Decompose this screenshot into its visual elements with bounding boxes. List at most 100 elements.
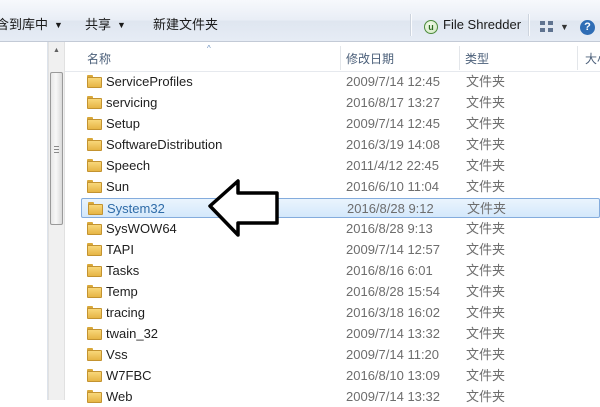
file-date-modified: 2016/3/18 16:02 bbox=[346, 305, 440, 320]
file-name: Tasks bbox=[106, 263, 140, 278]
folder-icon bbox=[87, 180, 102, 193]
folder-icon bbox=[87, 222, 102, 235]
column-header-date-modified[interactable]: 修改日期 bbox=[346, 51, 394, 67]
scroll-up-arrow-icon[interactable]: ▲ bbox=[49, 42, 64, 59]
file-name: SoftwareDistribution bbox=[106, 137, 223, 152]
table-row[interactable]: Setup 2009/7/14 12:45 文件夹 bbox=[81, 114, 600, 134]
file-date-modified: 2009/7/14 12:45 bbox=[346, 116, 440, 131]
file-type: 文件夹 bbox=[466, 305, 506, 320]
help-icon[interactable]: ? bbox=[580, 20, 595, 35]
folder-icon bbox=[87, 96, 102, 109]
table-row[interactable]: SysWOW64 2016/8/28 9:13 文件夹 bbox=[81, 219, 600, 239]
new-folder-label: 新建文件夹 bbox=[153, 17, 219, 32]
file-name: Vss bbox=[106, 347, 128, 362]
file-name: tracing bbox=[106, 305, 146, 320]
file-date-modified: 2009/7/14 12:57 bbox=[346, 242, 440, 257]
file-date-modified: 2016/8/17 13:27 bbox=[346, 95, 440, 110]
file-type: 文件夹 bbox=[466, 347, 506, 362]
column-divider[interactable] bbox=[459, 46, 460, 70]
file-type: 文件夹 bbox=[466, 179, 506, 194]
folder-icon bbox=[87, 138, 102, 151]
file-list: ServiceProfiles 2009/7/14 12:45 文件夹 servici… bbox=[65, 72, 600, 404]
table-row[interactable]: Speech 2011/4/12 22:45 文件夹 bbox=[81, 156, 600, 176]
file-type: 文件夹 bbox=[466, 368, 506, 383]
column-header-size[interactable]: 大小 bbox=[585, 51, 600, 67]
file-date-modified: 2016/8/28 9:13 bbox=[346, 221, 433, 236]
view-options-icon[interactable] bbox=[540, 21, 554, 33]
folder-icon bbox=[87, 369, 102, 382]
column-header-name[interactable]: 名称 bbox=[87, 51, 111, 67]
folder-icon bbox=[87, 390, 102, 403]
toolbar-divider bbox=[410, 14, 412, 36]
table-row[interactable]: Sun 2016/6/10 11:04 文件夹 bbox=[81, 177, 600, 197]
share-button[interactable]: 共享 ▼ bbox=[85, 17, 126, 33]
toolbar-divider bbox=[528, 14, 530, 36]
include-in-library-button[interactable]: 含到库中 ▼ bbox=[0, 17, 63, 33]
table-row[interactable]: Temp 2016/8/28 15:54 文件夹 bbox=[81, 282, 600, 302]
file-name: Setup bbox=[106, 116, 140, 131]
scrollbar-thumb[interactable] bbox=[50, 72, 63, 225]
file-type: 文件夹 bbox=[466, 263, 506, 278]
chevron-down-icon[interactable]: ▼ bbox=[560, 22, 569, 32]
file-type: 文件夹 bbox=[467, 201, 507, 216]
table-row[interactable]: Tasks 2016/8/16 6:01 文件夹 bbox=[81, 261, 600, 281]
table-row[interactable]: Web 2009/7/14 13:32 文件夹 bbox=[81, 387, 600, 407]
folder-icon bbox=[87, 117, 102, 130]
chevron-down-icon: ▼ bbox=[54, 20, 63, 30]
file-type: 文件夹 bbox=[466, 116, 506, 131]
table-row[interactable]: SoftwareDistribution 2016/3/19 14:08 文件夹 bbox=[81, 135, 600, 155]
folder-icon bbox=[87, 159, 102, 172]
file-type: 文件夹 bbox=[466, 95, 506, 110]
table-row[interactable]: Vss 2009/7/14 11:20 文件夹 bbox=[81, 345, 600, 365]
folder-icon bbox=[87, 243, 102, 256]
table-row[interactable]: twain_32 2009/7/14 13:32 文件夹 bbox=[81, 324, 600, 344]
folder-icon bbox=[87, 285, 102, 298]
folder-icon bbox=[87, 75, 102, 88]
shredder-icon: u bbox=[424, 20, 438, 34]
file-date-modified: 2016/8/28 9:12 bbox=[347, 201, 434, 216]
file-type: 文件夹 bbox=[466, 137, 506, 152]
file-name: TAPI bbox=[106, 242, 134, 257]
file-name: Web bbox=[106, 389, 133, 404]
file-date-modified: 2009/7/14 12:45 bbox=[346, 74, 440, 89]
file-type: 文件夹 bbox=[466, 221, 506, 236]
file-date-modified: 2016/8/16 6:01 bbox=[346, 263, 433, 278]
file-name: servicing bbox=[106, 95, 158, 110]
file-date-modified: 2009/7/14 13:32 bbox=[346, 326, 440, 341]
vertical-scrollbar[interactable]: ▲ bbox=[48, 42, 65, 400]
file-name: Sun bbox=[106, 179, 130, 194]
file-type: 文件夹 bbox=[466, 242, 506, 257]
column-divider[interactable] bbox=[340, 46, 341, 70]
folder-icon bbox=[88, 202, 103, 215]
pointer-arrow-icon bbox=[208, 179, 279, 237]
file-name: ServiceProfiles bbox=[106, 74, 193, 89]
file-name: twain_32 bbox=[106, 326, 159, 341]
column-header-type[interactable]: 类型 bbox=[465, 51, 489, 67]
file-date-modified: 2009/7/14 11:20 bbox=[346, 347, 440, 362]
sort-ascending-icon: ^ bbox=[207, 44, 211, 53]
table-row[interactable]: TAPI 2009/7/14 12:57 文件夹 bbox=[81, 240, 600, 260]
file-date-modified: 2016/3/19 14:08 bbox=[346, 137, 440, 152]
table-row[interactable]: ServiceProfiles 2009/7/14 12:45 文件夹 bbox=[81, 72, 600, 92]
table-row[interactable]: W7FBC 2016/8/10 13:09 文件夹 bbox=[81, 366, 600, 386]
new-folder-button[interactable]: 新建文件夹 bbox=[153, 17, 218, 33]
table-row-selected[interactable]: System32 2016/8/28 9:12 文件夹 bbox=[81, 198, 600, 218]
file-type: 文件夹 bbox=[466, 158, 506, 173]
column-header: ^ 名称 修改日期 类型 大小 bbox=[65, 42, 600, 72]
table-row[interactable]: servicing 2016/8/17 13:27 文件夹 bbox=[81, 93, 600, 113]
file-type: 文件夹 bbox=[466, 326, 506, 341]
file-shredder-button[interactable]: File Shredder bbox=[443, 17, 521, 33]
folder-icon bbox=[87, 348, 102, 361]
file-name: W7FBC bbox=[106, 368, 152, 383]
file-date-modified: 2016/8/28 15:54 bbox=[346, 284, 440, 299]
navigation-pane bbox=[0, 42, 48, 400]
column-divider[interactable] bbox=[577, 46, 578, 70]
file-type: 文件夹 bbox=[466, 284, 506, 299]
file-date-modified: 2016/8/10 13:09 bbox=[346, 368, 440, 383]
table-row[interactable]: tracing 2016/3/18 16:02 文件夹 bbox=[81, 303, 600, 323]
file-date-modified: 2009/7/14 13:32 bbox=[346, 389, 440, 404]
file-shredder-label: File Shredder bbox=[443, 17, 522, 32]
command-toolbar: 含到库中 ▼ 共享 ▼ 新建文件夹 u File Shredder ▼ ? bbox=[0, 0, 600, 42]
folder-icon bbox=[87, 264, 102, 277]
file-name: Temp bbox=[106, 284, 138, 299]
